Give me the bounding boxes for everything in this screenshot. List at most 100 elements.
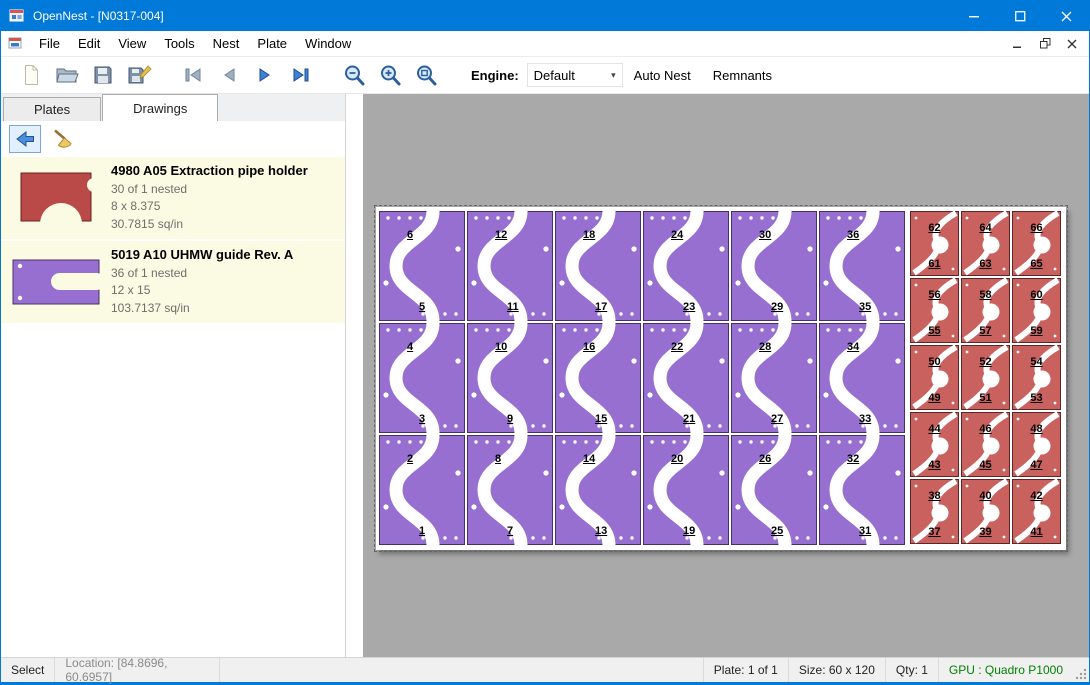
nested-part-pair[interactable]: 28 27 xyxy=(731,323,817,433)
menu-item-tools[interactable]: Tools xyxy=(155,32,203,55)
nested-part-pair[interactable]: 52 51 xyxy=(961,345,1010,410)
nested-part-pair[interactable]: 22 21 xyxy=(643,323,729,433)
part-number[interactable]: 64 xyxy=(979,222,991,234)
part-number[interactable]: 30 xyxy=(759,229,771,241)
zoom-out-button[interactable] xyxy=(337,60,373,91)
new-document-button[interactable] xyxy=(13,60,49,91)
nested-part-pair[interactable]: 48 47 xyxy=(1012,412,1061,477)
menu-item-nest[interactable]: Nest xyxy=(204,32,249,55)
next-plate-button[interactable] xyxy=(247,60,283,91)
engine-select[interactable]: Default ▾ xyxy=(527,63,623,87)
part-number[interactable]: 21 xyxy=(683,413,695,425)
part-number[interactable]: 7 xyxy=(507,525,513,537)
part-number[interactable]: 18 xyxy=(583,229,595,241)
plate[interactable]: 6 5 12 11 18 17 xyxy=(376,207,1066,550)
nested-part-pair[interactable]: 36 35 xyxy=(819,211,905,321)
part-number[interactable]: 43 xyxy=(928,459,940,471)
nested-part-pair[interactable]: 38 37 xyxy=(910,479,959,544)
nested-part-pair[interactable]: 46 45 xyxy=(961,412,1010,477)
nest-canvas[interactable]: 6 5 12 11 18 17 xyxy=(363,94,1089,657)
nested-part-pair[interactable]: 24 23 xyxy=(643,211,729,321)
nested-part-pair[interactable]: 40 39 xyxy=(961,479,1010,544)
auto-nest-button[interactable]: Auto Nest xyxy=(623,68,702,83)
nested-part-pair[interactable]: 16 15 xyxy=(555,323,641,433)
nested-part-pair[interactable]: 34 33 xyxy=(819,323,905,433)
nested-part-pair[interactable]: 50 49 xyxy=(910,345,959,410)
part-number[interactable]: 6 xyxy=(407,229,413,241)
nested-part-pair[interactable]: 18 17 xyxy=(555,211,641,321)
part-number[interactable]: 16 xyxy=(583,341,595,353)
part-number[interactable]: 28 xyxy=(759,341,771,353)
part-number[interactable]: 50 xyxy=(928,356,940,368)
part-number[interactable]: 33 xyxy=(859,413,871,425)
nested-part-pair[interactable]: 54 53 xyxy=(1012,345,1061,410)
part-number[interactable]: 61 xyxy=(928,258,940,270)
part-number[interactable]: 46 xyxy=(979,423,991,435)
nested-part-pair[interactable]: 58 57 xyxy=(961,278,1010,343)
part-number[interactable]: 51 xyxy=(979,392,991,404)
first-plate-button[interactable] xyxy=(175,60,211,91)
part-number[interactable]: 20 xyxy=(671,453,683,465)
minimize-button[interactable] xyxy=(951,1,997,31)
clean-button[interactable] xyxy=(48,125,80,153)
part-number[interactable]: 5 xyxy=(419,301,425,313)
part-number[interactable]: 34 xyxy=(847,341,859,353)
menu-item-window[interactable]: Window xyxy=(296,32,360,55)
maximize-button[interactable] xyxy=(997,1,1043,31)
part-number[interactable]: 8 xyxy=(495,453,501,465)
part-number[interactable]: 38 xyxy=(928,490,940,502)
nested-part-pair[interactable]: 64 63 xyxy=(961,211,1010,276)
nested-part-pair[interactable]: 44 43 xyxy=(910,412,959,477)
part-number[interactable]: 17 xyxy=(595,301,607,313)
tab-drawings[interactable]: Drawings xyxy=(102,94,218,121)
nested-part-pair[interactable]: 2 1 xyxy=(379,435,465,545)
part-number[interactable]: 52 xyxy=(979,356,991,368)
part-number[interactable]: 10 xyxy=(495,341,507,353)
part-number[interactable]: 1 xyxy=(419,525,425,537)
previous-plate-button[interactable] xyxy=(211,60,247,91)
part-number[interactable]: 44 xyxy=(928,423,940,435)
part-number[interactable]: 57 xyxy=(979,325,991,337)
part-number[interactable]: 3 xyxy=(419,413,425,425)
part-number[interactable]: 13 xyxy=(595,525,607,537)
nested-part-pair[interactable]: 26 25 xyxy=(731,435,817,545)
last-plate-button[interactable] xyxy=(283,60,319,91)
import-drawing-button[interactable] xyxy=(9,125,41,153)
part-number[interactable]: 63 xyxy=(979,258,991,270)
mdi-minimize-button[interactable] xyxy=(1006,34,1030,54)
part-number[interactable]: 9 xyxy=(507,413,513,425)
zoom-in-button[interactable] xyxy=(373,60,409,91)
menu-item-file[interactable]: File xyxy=(30,32,69,55)
save-button[interactable] xyxy=(85,60,121,91)
nested-part-pair[interactable]: 66 65 xyxy=(1012,211,1061,276)
nested-part-pair[interactable]: 30 29 xyxy=(731,211,817,321)
tab-plates[interactable]: Plates xyxy=(3,97,101,121)
part-number[interactable]: 15 xyxy=(595,413,607,425)
nested-part-pair[interactable]: 4 3 xyxy=(379,323,465,433)
part-number[interactable]: 45 xyxy=(979,459,991,471)
part-number[interactable]: 24 xyxy=(671,229,683,241)
menu-item-edit[interactable]: Edit xyxy=(69,32,109,55)
part-number[interactable]: 31 xyxy=(859,525,871,537)
part-number[interactable]: 19 xyxy=(683,525,695,537)
menu-item-plate[interactable]: Plate xyxy=(248,32,296,55)
part-number[interactable]: 53 xyxy=(1030,392,1042,404)
nested-part-pair[interactable]: 42 41 xyxy=(1012,479,1061,544)
part-number[interactable]: 2 xyxy=(407,453,413,465)
menu-item-view[interactable]: View xyxy=(109,32,155,55)
part-number[interactable]: 62 xyxy=(928,222,940,234)
nested-part-pair[interactable]: 12 11 xyxy=(467,211,553,321)
part-number[interactable]: 32 xyxy=(847,453,859,465)
nested-part-pair[interactable]: 32 31 xyxy=(819,435,905,545)
part-number[interactable]: 29 xyxy=(771,301,783,313)
part-number[interactable]: 54 xyxy=(1030,356,1042,368)
nested-part-pair[interactable]: 20 19 xyxy=(643,435,729,545)
part-number[interactable]: 60 xyxy=(1030,289,1042,301)
part-number[interactable]: 66 xyxy=(1030,222,1042,234)
panel-splitter[interactable] xyxy=(346,94,363,657)
part-number[interactable]: 48 xyxy=(1030,423,1042,435)
part-number[interactable]: 56 xyxy=(928,289,940,301)
part-number[interactable]: 42 xyxy=(1030,490,1042,502)
close-button[interactable] xyxy=(1043,1,1089,31)
part-number[interactable]: 23 xyxy=(683,301,695,313)
